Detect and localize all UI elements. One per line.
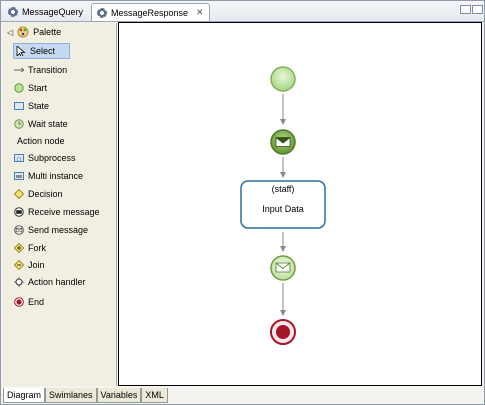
wait-state-icon <box>14 119 24 129</box>
task-name-label: Input Data <box>262 204 304 214</box>
palette-item-label: Send message <box>28 225 89 235</box>
palette-item-state[interactable]: State <box>14 99 49 113</box>
task-actor-label: (staff) <box>271 184 295 194</box>
palette-item-label: Action node <box>17 136 65 146</box>
tab-messagequery[interactable]: MessageQuery <box>3 3 88 20</box>
subprocess-icon <box>14 154 24 162</box>
tab-swimlanes[interactable]: Swimlanes <box>45 388 97 403</box>
palette-panel: ◁ Palette Select Transition Start State <box>3 23 117 386</box>
palette-item-subprocess[interactable]: Subprocess <box>14 151 76 165</box>
editor-tab-bar: MessageQuery MessageResponse ✕ <box>1 1 484 22</box>
start-node[interactable] <box>270 66 296 92</box>
collapse-palette-icon[interactable]: ◁ <box>7 28 13 37</box>
multi-instance-icon <box>14 172 24 180</box>
send-message-icon <box>14 225 24 235</box>
end-node[interactable] <box>270 319 296 345</box>
palette-item-label: Action handler <box>28 277 86 287</box>
minimize-icon[interactable] <box>460 5 471 14</box>
palette-item-send-message[interactable]: Send message <box>14 223 88 237</box>
palette-item-wait-state[interactable]: Wait state <box>14 117 68 131</box>
palette-title: Palette <box>33 27 62 37</box>
editor-bottom-tabs: Diagram Swimlanes Variables XML <box>3 388 168 403</box>
palette-item-join[interactable]: Join <box>14 258 45 272</box>
decision-diamond-icon <box>14 189 24 199</box>
receive-message-node[interactable] <box>270 129 296 155</box>
palette-icon <box>17 26 29 38</box>
receive-message-icon <box>14 207 24 217</box>
palette-item-label: Receive message <box>28 207 100 217</box>
tab-label: MessageResponse <box>111 7 189 18</box>
palette-item-action-handler[interactable]: Action handler <box>14 275 86 289</box>
close-tab-icon[interactable]: ✕ <box>196 7 204 18</box>
tab-diagram[interactable]: Diagram <box>3 388 46 403</box>
diagram-canvas[interactable]: (staff) Input Data <box>118 22 482 386</box>
palette-item-fork[interactable]: Fork <box>14 241 46 255</box>
palette-item-select[interactable]: Select <box>13 43 71 59</box>
palette-item-decision[interactable]: Decision <box>14 187 63 201</box>
process-gear-icon <box>8 6 18 17</box>
palette-item-start[interactable]: Start <box>14 81 47 95</box>
palette-item-label: Join <box>28 260 45 270</box>
palette-item-label: Subprocess <box>28 153 76 163</box>
palette-item-label: Fork <box>28 243 46 253</box>
palette-item-label: Transition <box>28 65 68 75</box>
editor-window: MessageQuery MessageResponse ✕ ◁ Palette… <box>0 0 485 405</box>
start-node-icon <box>14 83 24 93</box>
join-diamond-icon <box>14 260 24 270</box>
tab-xml[interactable]: XML <box>141 388 168 403</box>
action-handler-icon <box>14 277 24 287</box>
palette-item-end[interactable]: End <box>14 295 44 309</box>
palette-item-label: State <box>28 101 50 111</box>
state-node-icon <box>14 102 24 110</box>
fork-diamond-icon <box>14 243 24 253</box>
envelope-filled-icon <box>275 137 291 147</box>
palette-item-receive-message[interactable]: Receive message <box>14 205 100 219</box>
palette-header: ◁ Palette <box>3 23 116 41</box>
tab-label: MessageQuery <box>22 6 84 17</box>
palette-item-label: Decision <box>28 189 63 199</box>
process-gear-icon <box>97 7 107 18</box>
cursor-arrow-icon <box>16 46 26 56</box>
envelope-outline-icon <box>275 262 291 273</box>
tab-variables[interactable]: Variables <box>96 388 142 403</box>
palette-item-transition[interactable]: Transition <box>14 63 67 77</box>
palette-item-label: Select <box>30 46 56 56</box>
palette-item-multi-instance[interactable]: Multi instance <box>14 169 83 183</box>
palette-item-label: Multi instance <box>28 171 84 181</box>
maximize-icon[interactable] <box>472 5 483 14</box>
end-node-icon <box>14 297 24 307</box>
tab-messageresponse[interactable]: MessageResponse ✕ <box>91 3 210 21</box>
palette-item-label: Start <box>28 83 48 93</box>
palette-category-action-node: Action node <box>17 134 65 148</box>
transition-arrow-icon <box>14 67 24 73</box>
palette-item-label: End <box>28 297 45 307</box>
send-message-node[interactable] <box>270 255 296 281</box>
palette-item-label: Wait state <box>28 119 68 129</box>
